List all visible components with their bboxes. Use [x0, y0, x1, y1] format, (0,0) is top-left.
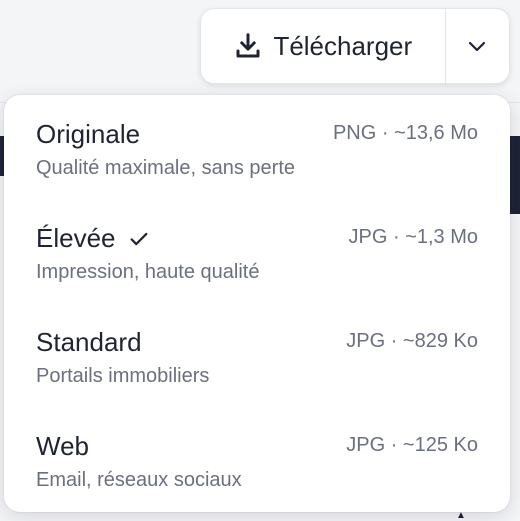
- check-icon: [130, 232, 147, 245]
- menu-item-description: Portails immobiliers: [36, 365, 210, 387]
- download-label: Télécharger: [273, 30, 413, 61]
- menu-item-format: JPG · ~829 Ko: [346, 330, 478, 352]
- menu-item-name: Élevée: [36, 223, 150, 254]
- chevron-down-icon: [469, 41, 486, 52]
- menu-item-web[interactable]: Web JPG · ~125 Ko Email, réseaux sociaux: [4, 407, 510, 511]
- background-panel-right: [510, 136, 520, 214]
- download-button[interactable]: Télécharger: [201, 9, 445, 83]
- menu-item-format: JPG · ~1,3 Mo: [348, 226, 479, 248]
- menu-item-description: Impression, haute qualité: [36, 261, 260, 283]
- download-icon: [236, 33, 260, 58]
- menu-item-name: Standard: [36, 327, 142, 357]
- menu-item-elevee[interactable]: Élevée JPG · ~1,3 Mo Impression, haute q…: [4, 199, 510, 303]
- menu-item-format: JPG · ~125 Ko: [346, 434, 478, 456]
- menu-item-format: PNG · ~13,6 Mo: [332, 122, 478, 144]
- menu-item-description: Email, réseaux sociaux: [36, 469, 242, 491]
- format-menu: Originale PNG · ~13,6 Mo Qualité maximal…: [4, 95, 510, 512]
- menu-item-name: Originale: [36, 119, 141, 149]
- format-menu-toggle[interactable]: [444, 9, 509, 83]
- background-arrow-icon: ▲: [456, 510, 466, 521]
- download-split-button: Télécharger: [200, 8, 510, 84]
- menu-item-originale[interactable]: Originale PNG · ~13,6 Mo Qualité maximal…: [4, 95, 510, 199]
- menu-item-standard[interactable]: Standard JPG · ~829 Ko Portails immobili…: [4, 303, 510, 407]
- menu-item-name: Web: [36, 431, 89, 461]
- menu-item-description: Qualité maximale, sans perte: [36, 157, 296, 179]
